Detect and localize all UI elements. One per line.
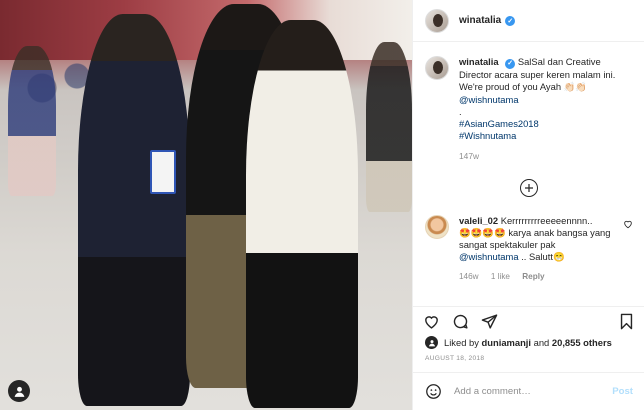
user-icon	[428, 339, 435, 346]
post-caption: winatalia ✓ SalSal dan Creative Director…	[413, 42, 644, 163]
likes-summary[interactable]: Liked by duniamanji and 20,855 others	[413, 336, 644, 349]
photo-person-background-left	[8, 46, 56, 196]
plus-circle-icon[interactable]	[520, 178, 538, 197]
comment-item: valeli_02 Kerrrrrrrrreeeeennnn.. 🤩🤩🤩🤩 ka…	[413, 197, 644, 284]
tagged-users-button[interactable]	[8, 380, 30, 402]
user-icon	[14, 386, 24, 397]
post-sidebar: winatalia ✓ winatalia ✓ SalSal dan Creat…	[412, 0, 644, 410]
comment-text-3: .. Salutt😁	[521, 251, 565, 263]
comment-meta: 146w 1 like Reply	[459, 271, 619, 283]
likes-and: and	[533, 337, 550, 348]
comments-list[interactable]: winatalia ✓ SalSal dan Creative Director…	[413, 42, 644, 306]
photo-person-boy	[246, 20, 358, 408]
caption-hashtag-wishnutama[interactable]: #Wishnutama	[459, 130, 516, 141]
share-icon[interactable]	[481, 313, 498, 330]
caption-verified-badge-icon: ✓	[505, 59, 516, 70]
caption-timestamp[interactable]: 147w	[459, 150, 633, 162]
comment-emoji: 🤩🤩🤩🤩	[459, 226, 506, 238]
caption-username[interactable]: winatalia	[459, 56, 499, 67]
post-date[interactable]: AUGUST 18, 2018	[425, 355, 484, 362]
caption-body: winatalia ✓ SalSal dan Creative Director…	[459, 56, 633, 163]
comment-mention[interactable]: @wishnutama	[459, 251, 519, 262]
caption-emoji: 👏🏻👏🏻	[563, 81, 587, 93]
verified-badge-icon: ✓	[505, 15, 516, 26]
emoji-icon[interactable]	[425, 383, 442, 400]
comment-timestamp[interactable]: 146w	[459, 272, 479, 281]
add-comment-bar: Post	[413, 372, 644, 410]
post-actions-bar	[413, 306, 644, 336]
comment-text-1: Kerrrrrrrrreeeeennnn..	[500, 214, 593, 226]
add-comment-input[interactable]	[454, 386, 607, 397]
comment-heart-icon[interactable]	[623, 219, 633, 229]
post-photo[interactable]	[0, 0, 412, 410]
comment-reply-button[interactable]: Reply	[522, 272, 544, 281]
caption-dot: .	[459, 105, 462, 117]
caption-hashtag-asiangames[interactable]: #AsianGames2018	[459, 118, 539, 129]
photo-lanyard-badge	[150, 150, 176, 194]
bookmark-icon[interactable]	[618, 313, 635, 330]
caption-author-avatar[interactable]	[425, 56, 449, 80]
comment-username[interactable]: valeli_02	[459, 215, 498, 226]
caption-mention[interactable]: @wishnutama	[459, 94, 519, 105]
commenter-avatar[interactable]	[425, 214, 449, 239]
liker-avatar[interactable]	[425, 336, 438, 349]
likes-prefix: Liked by	[444, 337, 479, 348]
comment-icon[interactable]	[452, 313, 469, 330]
comment-likes[interactable]: 1 like	[491, 272, 510, 281]
photo-person-man	[78, 14, 190, 406]
author-avatar[interactable]	[425, 8, 449, 33]
comment-body: valeli_02 Kerrrrrrrrreeeeennnn.. 🤩🤩🤩🤩 ka…	[459, 215, 619, 284]
likes-by-user[interactable]: duniamanji	[482, 337, 531, 348]
post-comment-button[interactable]: Post	[612, 386, 633, 397]
post-header: winatalia ✓	[413, 0, 644, 42]
photo-person-background-right	[366, 42, 412, 212]
heart-icon[interactable]	[423, 313, 440, 330]
author-username[interactable]: winatalia	[459, 15, 501, 26]
likes-others-count[interactable]: 20,855 others	[552, 337, 612, 348]
load-more-comments[interactable]	[413, 178, 644, 197]
